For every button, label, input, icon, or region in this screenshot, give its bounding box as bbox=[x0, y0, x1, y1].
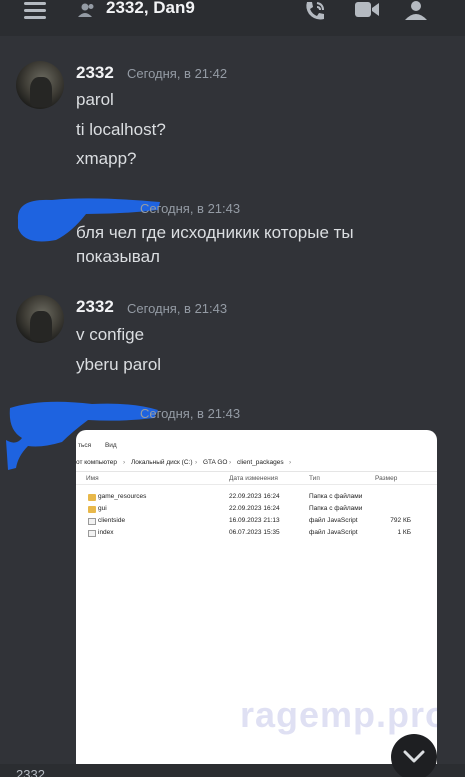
file-type: Папка с файлами bbox=[309, 505, 363, 512]
channel-title: 2332, Dan9 bbox=[106, 0, 195, 17]
message-timestamp: Сегодня, в 21:43 bbox=[140, 406, 241, 421]
watermark: ragemp.pro bbox=[240, 694, 437, 735]
column-date: Дата изменения bbox=[229, 475, 278, 482]
breadcrumb-item: от компьютер bbox=[76, 459, 118, 466]
file-size: 1 КБ bbox=[397, 529, 411, 536]
file-row: game_resources 22.09.2023 16:24 Папка с … bbox=[76, 493, 437, 505]
ribbon-tab: ться bbox=[78, 442, 92, 449]
chevron-right-icon: › bbox=[123, 459, 126, 466]
file-date: 22.09.2023 16:24 bbox=[229, 505, 280, 512]
file-size: 792 КБ bbox=[390, 517, 411, 524]
file-row: gui 22.09.2023 16:24 Папка с файлами bbox=[76, 505, 437, 517]
file-name: index bbox=[98, 529, 114, 536]
folder-icon bbox=[88, 506, 96, 513]
file-type: Папка с файлами bbox=[309, 493, 363, 500]
message-list: 2332 Сегодня, в 21:42 parol ti localhost… bbox=[0, 36, 465, 777]
message-text: ti localhost? bbox=[76, 120, 166, 139]
column-size: Размер bbox=[375, 475, 398, 482]
column-type: Тип bbox=[309, 475, 320, 482]
chevron-down-icon bbox=[403, 750, 425, 763]
js-file-icon bbox=[88, 518, 96, 525]
jump-to-latest-button[interactable] bbox=[391, 734, 437, 777]
file-row: index 06.07.2023 15:35 файл JavaScript 1… bbox=[76, 529, 437, 541]
menu-icon[interactable] bbox=[24, 2, 46, 19]
message-author: 2332 bbox=[16, 767, 45, 777]
folder-icon bbox=[88, 494, 96, 501]
file-name: clientside bbox=[98, 517, 126, 524]
breadcrumb-item: Локальный диск (C:) bbox=[131, 459, 193, 466]
call-icon[interactable] bbox=[303, 0, 327, 22]
chevron-right-icon: › bbox=[195, 459, 198, 466]
message-timestamp: Сегодня, в 21:42 bbox=[127, 66, 228, 81]
message-timestamp: Сегодня, в 21:43 bbox=[140, 201, 241, 216]
file-name: gui bbox=[98, 505, 107, 512]
file-type: файл JavaScript bbox=[309, 517, 358, 524]
message-text: xmapp? bbox=[76, 149, 137, 168]
file-date: 22.09.2023 16:24 bbox=[229, 493, 280, 500]
breadcrumb-item: client_packages bbox=[237, 459, 284, 466]
message-timestamp: Сегодня, в 21:43 bbox=[127, 301, 228, 316]
chat-header: 2332, Dan9 bbox=[0, 0, 465, 36]
column-header: Имя Дата изменения Тип Размер bbox=[76, 471, 437, 485]
chevron-right-icon: › bbox=[289, 459, 292, 466]
people-icon bbox=[78, 3, 94, 17]
file-type: файл JavaScript bbox=[309, 529, 358, 536]
explorer-ribbon: ться Вид bbox=[76, 442, 129, 449]
image-attachment[interactable]: ться Вид от компьютер › Локальный диск (… bbox=[76, 430, 437, 777]
file-date: 16.09.2023 21:13 bbox=[229, 517, 280, 524]
message-text: parol bbox=[76, 90, 114, 109]
file-row: clientside 16.09.2023 21:13 файл JavaScr… bbox=[76, 517, 437, 529]
column-name: Имя bbox=[86, 475, 99, 482]
video-icon[interactable] bbox=[354, 0, 380, 20]
ribbon-tab: Вид bbox=[104, 442, 117, 449]
breadcrumb-item: GTA GO bbox=[203, 459, 228, 466]
message-text: yberu parol bbox=[76, 355, 162, 374]
avatar[interactable] bbox=[16, 61, 64, 109]
chevron-right-icon: › bbox=[229, 459, 232, 466]
js-file-icon bbox=[88, 530, 96, 537]
profile-icon[interactable] bbox=[404, 0, 430, 20]
message-text: v confige bbox=[76, 325, 145, 344]
file-date: 06.07.2023 15:35 bbox=[229, 529, 280, 536]
message-author[interactable]: 2332 bbox=[76, 63, 114, 83]
message-text: показывал bbox=[76, 247, 160, 266]
file-name: game_resources bbox=[98, 493, 147, 500]
message-author[interactable]: 2332 bbox=[76, 297, 114, 317]
avatar[interactable] bbox=[16, 295, 64, 343]
message-text: бля чел где исходникик которые ты bbox=[76, 223, 354, 242]
